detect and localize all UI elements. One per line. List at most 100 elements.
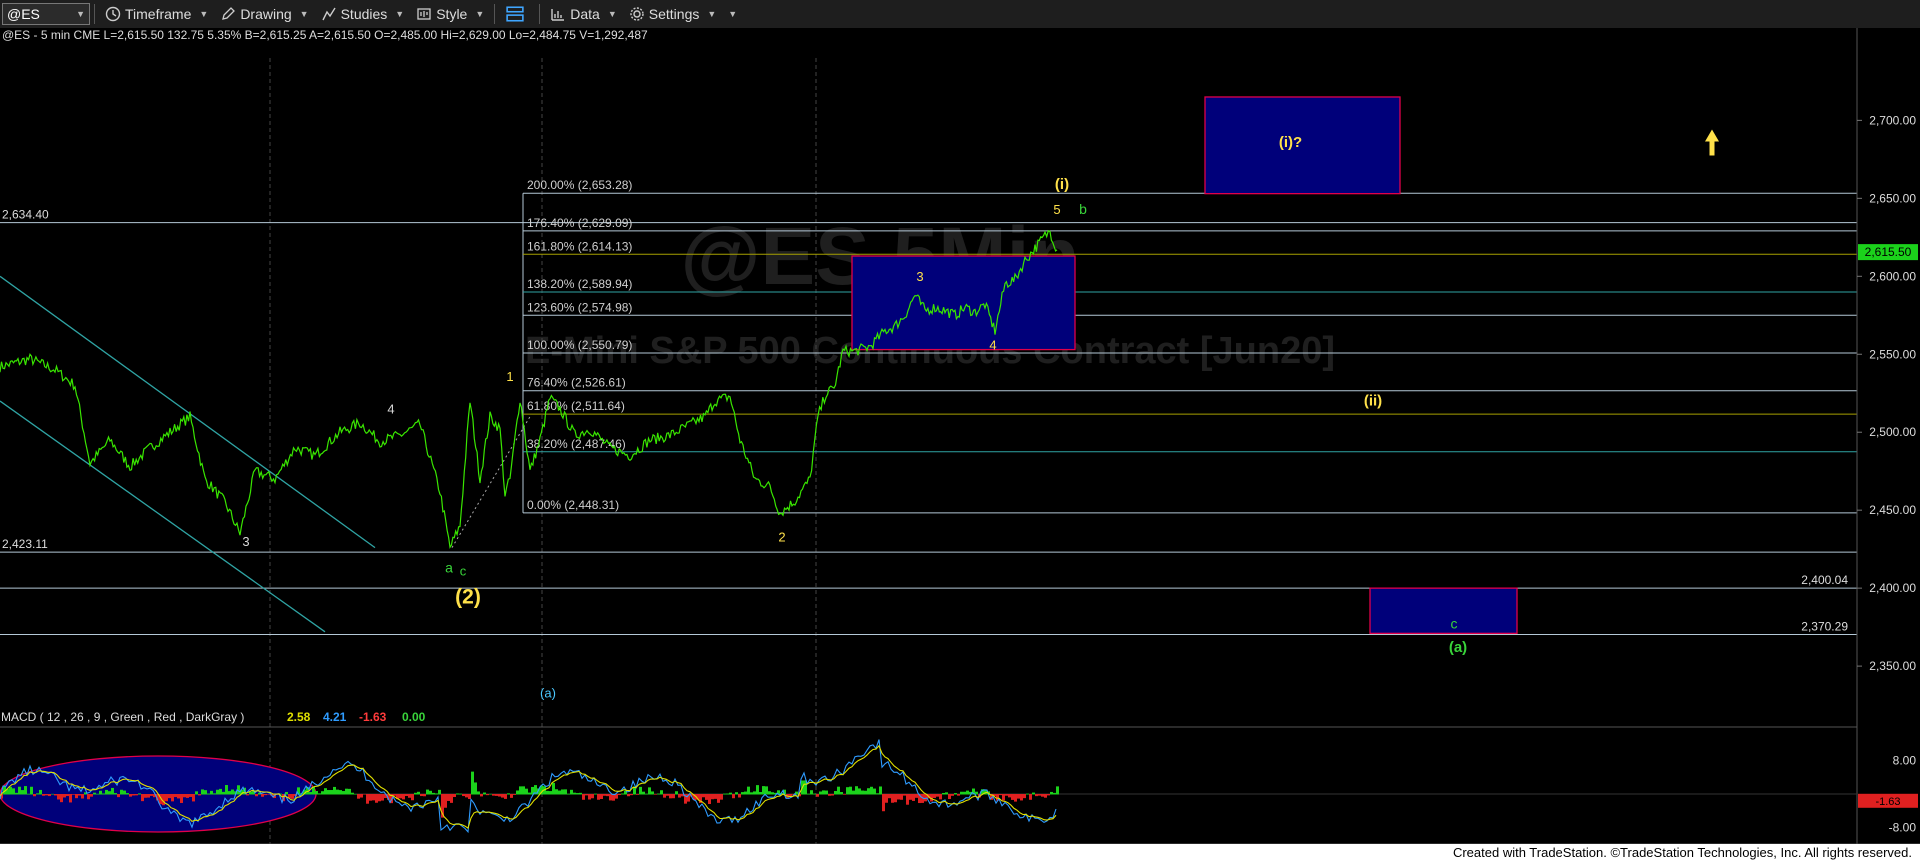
- macd-histogram-bar: [309, 792, 312, 795]
- macd-histogram-bar: [138, 793, 141, 795]
- macd-histogram-bar: [939, 794, 942, 800]
- macd-histogram-bar: [192, 794, 195, 802]
- pencil-icon: [222, 7, 236, 20]
- macd-histogram-bar: [108, 791, 111, 795]
- macd-histogram-bar: [30, 786, 33, 795]
- macd-histogram-bar: [144, 794, 147, 798]
- macd-histogram-bar: [132, 794, 135, 796]
- timeframe-menu[interactable]: Timeframe ▼: [99, 2, 214, 26]
- macd-histogram-bar: [264, 794, 267, 796]
- macd-histogram-bar: [117, 794, 120, 798]
- macd-histogram-bar: [177, 794, 180, 799]
- macd-histogram-bar: [204, 790, 207, 795]
- macd-histogram-bar: [342, 791, 345, 795]
- layout-button[interactable]: [499, 2, 535, 26]
- macd-histogram-bar: [36, 793, 39, 795]
- macd-histogram-bar: [885, 794, 888, 803]
- macd-histogram-bar: [627, 794, 630, 797]
- target-zone-label: (i)?: [1279, 134, 1302, 151]
- macd-histogram-bar: [9, 786, 12, 795]
- more-options-button[interactable]: ▼: [722, 2, 743, 26]
- macd-histogram-bar: [900, 794, 903, 800]
- macd-histogram-bar: [864, 790, 867, 795]
- macd-histogram-bar: [57, 794, 60, 800]
- macd-histogram-bar: [69, 794, 72, 803]
- studies-menu[interactable]: Studies ▼: [315, 2, 411, 26]
- macd-histogram-bar: [474, 782, 477, 795]
- macd-histogram-bar: [660, 790, 663, 795]
- macd-title: MACD ( 12 , 26 , 9 , Green , Red , DarkG…: [1, 710, 244, 724]
- macd-histogram-bar: [999, 794, 1002, 796]
- macd-histogram-bar: [261, 794, 264, 797]
- target-zone-box: [851, 255, 1076, 351]
- macd-histogram-bar: [318, 793, 321, 795]
- macd-histogram-bar: [831, 794, 834, 796]
- fib-level-label: 138.20% (2,589.94): [527, 277, 632, 291]
- caret-down-icon: ▼: [707, 9, 717, 19]
- macd-histogram-bar: [462, 794, 465, 797]
- y-tick-label: 2,350.00: [1869, 659, 1916, 673]
- timeframe-label: Timeframe: [125, 6, 192, 22]
- macd-histogram-bar: [891, 794, 894, 803]
- macd-histogram-bar: [549, 791, 552, 795]
- macd-histogram-bar: [99, 790, 102, 795]
- macd-histogram-bar: [414, 792, 417, 795]
- data-menu[interactable]: Data ▼: [544, 2, 623, 26]
- fib-level-label: 100.00% (2,550.79): [527, 338, 632, 352]
- macd-histogram-bar: [828, 794, 831, 796]
- macd-histogram-bar: [846, 787, 849, 795]
- macd-histogram-bar: [219, 788, 222, 795]
- macd-histogram-bar: [141, 794, 144, 802]
- y-tick-label: 2,600.00: [1869, 269, 1916, 283]
- macd-histogram-bar: [576, 793, 579, 795]
- macd-histogram-bar: [21, 790, 24, 795]
- macd-histogram-bar: [837, 786, 840, 795]
- drawing-menu[interactable]: Drawing ▼: [214, 2, 314, 26]
- macd-histogram-bar: [201, 789, 204, 795]
- macd-histogram-bar: [675, 791, 678, 795]
- fib-level-label: 161.80% (2,614.13): [527, 239, 632, 253]
- macd-histogram-bar: [399, 794, 402, 799]
- macd-histogram-bar: [480, 794, 483, 797]
- macd-histogram-bar: [429, 790, 432, 795]
- macd-histogram-bar: [339, 790, 342, 795]
- level-label: 2,423.11: [2, 537, 48, 551]
- macd-histogram-bar: [876, 793, 879, 795]
- wave-label: 4: [989, 338, 996, 353]
- symbol-selector[interactable]: @ES ▼: [2, 3, 90, 25]
- style-menu[interactable]: Style ▼: [410, 2, 490, 26]
- macd-histogram-bar: [408, 794, 411, 798]
- wave-label: (2): [455, 586, 481, 609]
- wave-label: 5: [1053, 202, 1060, 217]
- macd-histogram-bar: [915, 794, 918, 798]
- target-zone-box: [1369, 587, 1518, 635]
- macd-histogram-bar: [417, 791, 420, 795]
- last-price-marker: 2,615.50: [1858, 244, 1918, 261]
- fib-level-label: 176.40% (2,629.09): [527, 216, 632, 230]
- macd-histogram-bar: [435, 793, 438, 795]
- macd-histogram-bar: [66, 794, 69, 797]
- macd-histogram-bar: [738, 794, 741, 798]
- macd-histogram-bar: [591, 794, 594, 799]
- macd-histogram-bar: [507, 793, 510, 795]
- price-chart[interactable]: @ES,5Min E-Mini S&P 500 Continuous Contr…: [0, 28, 1920, 862]
- y-tick-label: 2,650.00: [1869, 191, 1916, 205]
- macd-histogram-bar: [321, 791, 324, 795]
- caret-down-icon: ▼: [475, 9, 485, 19]
- macd-histogram-bar: [189, 794, 192, 797]
- chart-bars-icon: [321, 7, 336, 21]
- macd-histogram-bar: [657, 793, 660, 795]
- macd-histogram-bar: [732, 794, 735, 799]
- macd-histogram-bar: [654, 794, 657, 795]
- level-label: 2,634.40: [2, 208, 49, 222]
- macd-histogram-bar: [357, 794, 360, 799]
- macd-histogram-bar: [330, 790, 333, 795]
- macd-histogram-bar: [381, 794, 384, 801]
- settings-menu[interactable]: Settings ▼: [623, 2, 723, 26]
- macd-histogram-bar: [555, 789, 558, 795]
- macd-histogram-bar: [90, 794, 93, 797]
- fib-level-label: 200.00% (2,653.28): [527, 178, 632, 192]
- macd-histogram-bar: [75, 794, 78, 799]
- macd-histogram-bar: [513, 794, 516, 795]
- header-line: @ES - 5 min CME L=2,615.50 132.75 5.35% …: [2, 28, 648, 42]
